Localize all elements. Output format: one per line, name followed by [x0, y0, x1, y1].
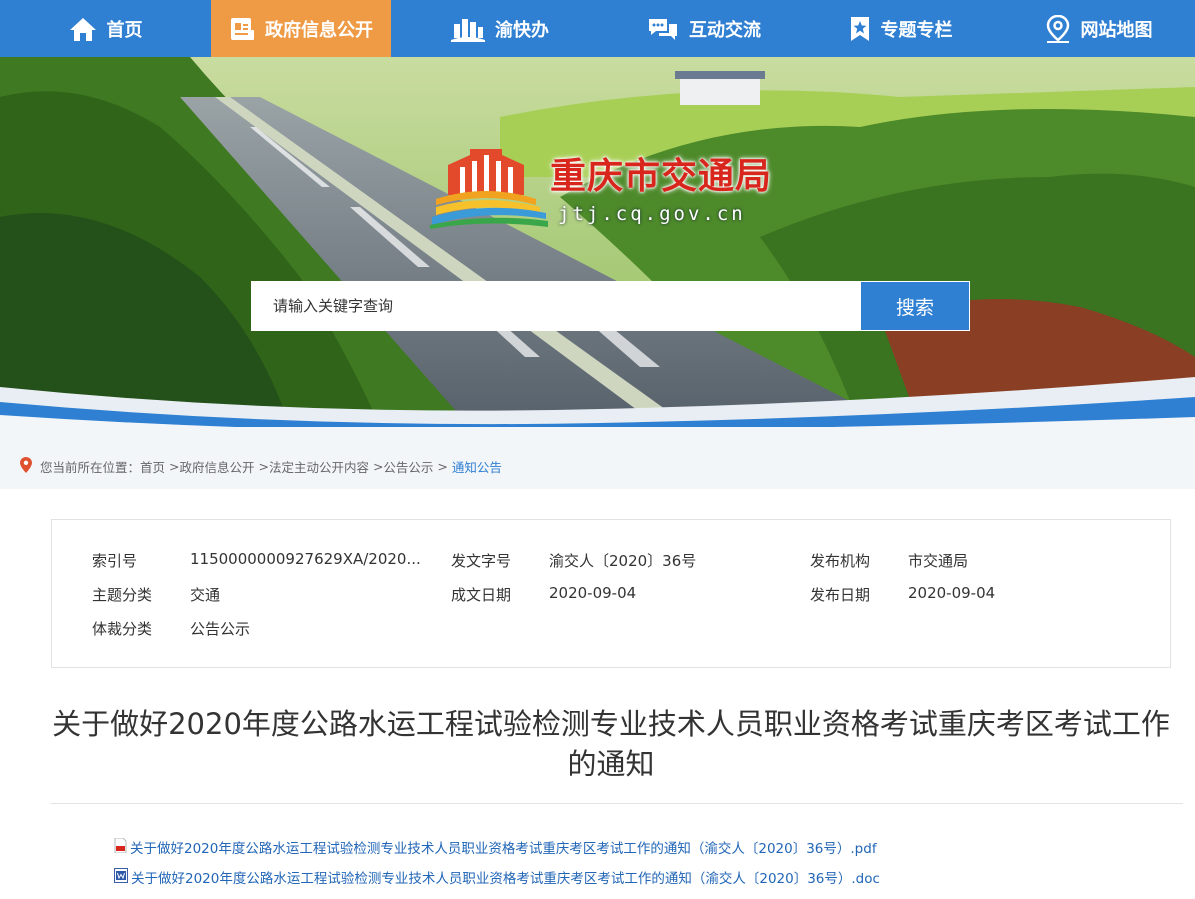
breadcrumb-bar: 您当前所在位置： 首页 > 政府信息公开 > 法定主动公开内容 > 公告公示 >…: [0, 427, 1195, 489]
search-input[interactable]: [251, 281, 860, 331]
attachment-name-pdf: 关于做好2020年度公路水运工程试验检测专业技术人员职业资格考试重庆考区考试工作…: [130, 841, 877, 857]
nav-item-yukuaiban[interactable]: 渝快办: [391, 0, 609, 57]
site-logo[interactable]: 重庆市交通局 jtj.cq.gov.cn: [430, 147, 772, 229]
meta-value-topic: 交通: [190, 586, 221, 604]
meta-label-docno: 发文字号: [451, 552, 512, 570]
home-icon: [69, 16, 97, 42]
nav-item-sitemap[interactable]: 网站地图: [1002, 0, 1195, 57]
search-bar: 搜索: [251, 281, 970, 331]
meta-value-genre: 公告公示: [190, 620, 251, 638]
breadcrumb-current[interactable]: 通知公告: [452, 457, 502, 476]
divider: [51, 803, 1183, 804]
nav-label-special: 专题专栏: [880, 19, 953, 41]
chat-icon: [647, 16, 679, 42]
breadcrumb-item-notices[interactable]: 公告公示: [383, 457, 433, 476]
nav-item-special[interactable]: 专题专栏: [799, 0, 1002, 57]
word-file-icon: [114, 867, 128, 887]
breadcrumb: 您当前所在位置： 首页 > 政府信息公开 > 法定主动公开内容 > 公告公示 >…: [20, 457, 502, 476]
article-title: 关于做好2020年度公路水运工程试验检测专业技术人员职业资格考试重庆考区考试工作…: [52, 707, 1170, 781]
meta-label-genre: 体裁分类: [92, 620, 153, 638]
meta-row: 索引号 1150000000927629XA/2020... 发文字号 渝交人〔…: [52, 550, 1170, 572]
buildings-icon: [451, 16, 485, 42]
star-bookmark-icon: [849, 16, 871, 42]
meta-value-written-date: 2020-09-04: [549, 584, 637, 602]
meta-value-index: 1150000000927629XA/2020...: [190, 550, 421, 568]
breadcrumb-item-proactive[interactable]: 法定主动公开内容: [269, 457, 369, 476]
top-nav: 首页 政府信息公开 渝快办 互动交流 专题专栏 网站地图: [0, 0, 1195, 57]
site-domain: jtj.cq.gov.cn: [558, 203, 746, 225]
nav-label-gov-info: 政府信息公开: [265, 19, 373, 41]
nav-label-home: 首页: [106, 19, 143, 41]
document-meta-table: 索引号 1150000000927629XA/2020... 发文字号 渝交人〔…: [51, 519, 1171, 668]
header-banner: 重庆市交通局 jtj.cq.gov.cn 搜索: [0, 57, 1195, 427]
nav-label-sitemap: 网站地图: [1080, 19, 1153, 41]
meta-row: 主题分类 交通 成文日期 2020-09-04 发布日期 2020-09-04: [52, 584, 1170, 606]
document-icon: [229, 16, 255, 42]
emblem-icon: [430, 149, 548, 229]
location-pin-icon: [20, 457, 32, 476]
attachment-link-pdf[interactable]: 关于做好2020年度公路水运工程试验检测专业技术人员职业资格考试重庆考区考试工作…: [114, 837, 877, 857]
nav-label-yukuaiban: 渝快办: [495, 19, 549, 41]
article-content: 索引号 1150000000927629XA/2020... 发文字号 渝交人〔…: [12, 489, 1195, 899]
map-pin-icon: [1045, 14, 1071, 43]
meta-value-publish-date: 2020-09-04: [908, 584, 996, 602]
breadcrumb-item-home[interactable]: 首页: [140, 457, 165, 476]
meta-value-publisher: 市交通局: [908, 552, 969, 570]
search-button[interactable]: 搜索: [860, 281, 970, 331]
attachment-name-doc: 关于做好2020年度公路水运工程试验检测专业技术人员职业资格考试重庆考区考试工作…: [131, 871, 880, 887]
highway-landscape-image: [0, 57, 1195, 427]
meta-label-topic: 主题分类: [92, 586, 153, 604]
pdf-file-icon: [114, 837, 127, 857]
meta-value-docno: 渝交人〔2020〕36号: [549, 552, 697, 570]
meta-label-index: 索引号: [92, 552, 138, 570]
nav-item-interaction[interactable]: 互动交流: [609, 0, 799, 57]
site-title: 重庆市交通局: [550, 156, 773, 197]
breadcrumb-item-gov-info[interactable]: 政府信息公开: [179, 457, 254, 476]
meta-label-publisher: 发布机构: [810, 552, 871, 570]
meta-label-publish-date: 发布日期: [810, 586, 871, 604]
attachment-link-doc[interactable]: 关于做好2020年度公路水运工程试验检测专业技术人员职业资格考试重庆考区考试工作…: [114, 867, 880, 887]
nav-label-interaction: 互动交流: [689, 19, 761, 41]
breadcrumb-prefix: 您当前所在位置：: [40, 460, 141, 475]
nav-item-gov-info[interactable]: 政府信息公开: [211, 0, 391, 57]
nav-item-home[interactable]: 首页: [0, 0, 211, 57]
meta-label-written-date: 成文日期: [451, 586, 512, 604]
meta-row: 体裁分类 公告公示: [52, 618, 1170, 640]
